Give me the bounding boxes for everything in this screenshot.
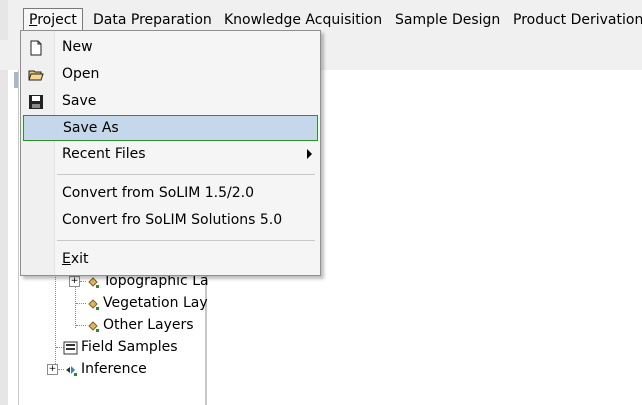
expand-icon[interactable]: + (69, 276, 80, 287)
menu-data-preparation[interactable]: Data Preparation (88, 10, 217, 30)
new-file-icon (30, 40, 42, 56)
inference-icon (66, 366, 77, 376)
menu-item-new[interactable]: New (21, 35, 320, 59)
menu-item-exit[interactable]: Exit (21, 247, 320, 271)
tree-item-field-samples[interactable]: Field Samples (81, 337, 178, 357)
menu-item-recent-files[interactable]: Recent Files (21, 142, 320, 166)
tree-item-other-layers[interactable]: Other Layers (103, 315, 194, 335)
layer-group-icon (88, 277, 99, 288)
floppy-disk-icon (29, 95, 43, 109)
menu-item-open[interactable]: Open (21, 62, 320, 86)
menu-separator (57, 174, 315, 175)
menu-item-save-as[interactable]: Save As (23, 115, 318, 141)
menu-sample-design[interactable]: Sample Design (390, 10, 505, 30)
expand-icon[interactable]: + (47, 364, 58, 375)
menu-item-convert-solutions[interactable]: Convert fro SoLIM Solutions 5.0 (21, 208, 320, 232)
layer-group-icon (88, 321, 99, 332)
menu-project[interactable]: Project (23, 8, 83, 31)
project-dropdown-menu: New Open Save Save As Recent Files Conve… (20, 30, 321, 276)
menu-item-convert-solim[interactable]: Convert from SoLIM 1.5/2.0 (21, 181, 320, 205)
menu-item-save[interactable]: Save (21, 89, 320, 113)
tree-item-inference[interactable]: Inference (81, 359, 147, 379)
submenu-arrow-icon (307, 149, 312, 159)
menu-knowledge-acquisition[interactable]: Knowledge Acquisition (219, 10, 387, 30)
open-folder-icon (28, 70, 44, 81)
field-samples-icon (63, 341, 78, 355)
menu-product-derivation[interactable]: Product Derivation (508, 10, 642, 30)
layer-group-icon (88, 299, 99, 310)
tree-item-vegetation[interactable]: Vegetation Lay (103, 293, 208, 313)
menu-separator (57, 240, 315, 241)
